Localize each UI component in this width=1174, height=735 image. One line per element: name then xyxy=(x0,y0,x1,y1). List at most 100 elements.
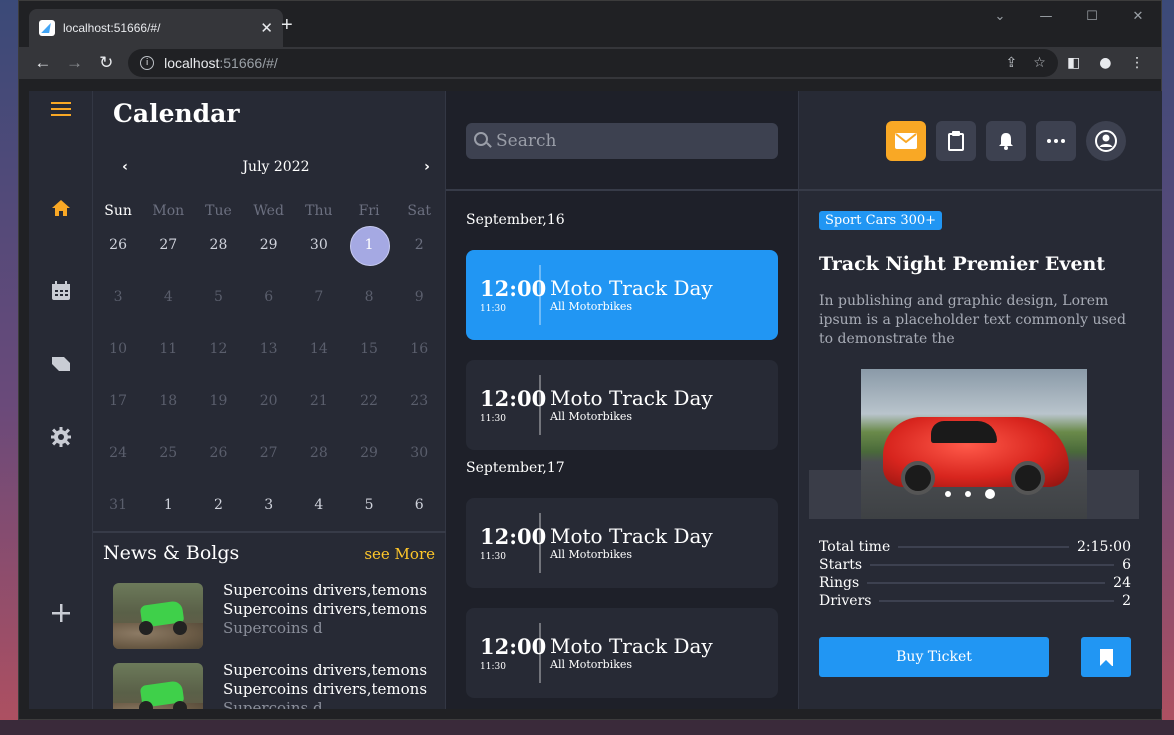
close-tab-icon[interactable]: ✕ xyxy=(260,19,273,37)
search-input[interactable]: Search xyxy=(466,123,778,159)
day-cell[interactable]: 27 xyxy=(143,226,193,264)
day-cell[interactable]: 2 xyxy=(193,486,243,524)
event-card[interactable]: 12:00 11:30 Moto Track Day All Motorbike… xyxy=(466,360,778,450)
event-time: 12:00 xyxy=(480,634,547,659)
day-cell[interactable]: 17 xyxy=(93,382,143,420)
nav-home[interactable] xyxy=(29,199,93,217)
event-time: 12:00 xyxy=(480,276,547,301)
day-cell[interactable]: 28 xyxy=(193,226,243,264)
day-cell[interactable]: 30 xyxy=(294,226,344,264)
maximize-icon[interactable]: ☐ xyxy=(1069,1,1115,31)
day-cell[interactable]: 4 xyxy=(143,278,193,316)
day-cell[interactable]: 22 xyxy=(344,382,394,420)
close-window-icon[interactable]: ✕ xyxy=(1115,1,1161,31)
calendar-week: 10 11 12 13 14 15 16 xyxy=(93,323,444,375)
event-divider xyxy=(539,265,541,325)
side-panel-icon[interactable]: ◧ xyxy=(1058,55,1090,71)
nav-add[interactable] xyxy=(29,603,93,623)
day-cell[interactable]: 15 xyxy=(344,330,394,368)
event-card[interactable]: 12:00 11:30 Moto Track Day All Motorbike… xyxy=(466,498,778,588)
event-card[interactable]: 12:00 11:30 Moto Track Day All Motorbike… xyxy=(466,608,778,698)
account-icon xyxy=(1095,130,1117,152)
day-cell[interactable]: 6 xyxy=(394,486,444,524)
day-cell[interactable]: 8 xyxy=(344,278,394,316)
day-cell[interactable]: 19 xyxy=(193,382,243,420)
nav-settings[interactable] xyxy=(29,427,93,447)
day-cell[interactable]: 29 xyxy=(244,226,294,264)
bookmark-button[interactable] xyxy=(1081,637,1131,677)
os-taskbar xyxy=(0,720,1174,735)
day-cell[interactable]: 30 xyxy=(394,434,444,472)
back-icon[interactable]: ← xyxy=(27,53,59,73)
carousel-dot[interactable] xyxy=(965,491,971,497)
prev-month-button[interactable]: ‹ xyxy=(113,159,137,175)
event-detail-title: Track Night Premier Event xyxy=(819,253,1106,275)
share-icon[interactable]: ⇪ xyxy=(1006,55,1018,71)
news-headline: Supercoins drivers,temons xyxy=(223,661,428,679)
browser-tab[interactable]: localhost:51666/#/ ✕ xyxy=(29,9,283,47)
day-cell[interactable]: 14 xyxy=(294,330,344,368)
notifications-button[interactable] xyxy=(986,121,1026,161)
minimize-icon[interactable]: — xyxy=(1023,1,1069,31)
tab-search-icon[interactable]: ⌄ xyxy=(977,1,1023,31)
day-cell[interactable]: 29 xyxy=(344,434,394,472)
image-carousel[interactable] xyxy=(809,369,1139,519)
day-cell[interactable]: 23 xyxy=(394,382,444,420)
day-cell[interactable]: 3 xyxy=(244,486,294,524)
more-button[interactable] xyxy=(1036,121,1076,161)
day-cell[interactable]: 26 xyxy=(193,434,243,472)
day-cell[interactable]: 9 xyxy=(394,278,444,316)
day-cell[interactable]: 18 xyxy=(143,382,193,420)
event-card[interactable]: 12:00 11:30 Moto Track Day All Motorbike… xyxy=(466,250,778,340)
see-more-link[interactable]: see More xyxy=(364,545,435,563)
next-month-button[interactable]: › xyxy=(415,159,439,175)
day-cell[interactable]: 2 xyxy=(394,226,444,264)
url-host: localhost xyxy=(164,55,220,71)
day-cell[interactable]: 25 xyxy=(143,434,193,472)
day-cell[interactable]: 5 xyxy=(344,486,394,524)
new-tab-button[interactable]: + xyxy=(281,15,293,35)
news-item[interactable]: Supercoins drivers,temons Supercoins dri… xyxy=(113,661,433,709)
nav-labels[interactable] xyxy=(29,355,93,373)
day-cell[interactable]: 26 xyxy=(93,226,143,264)
day-cell[interactable]: 21 xyxy=(294,382,344,420)
reload-icon[interactable]: ↻ xyxy=(90,53,122,73)
star-icon[interactable]: ☆ xyxy=(1033,55,1046,71)
carousel-dot[interactable] xyxy=(945,491,951,497)
day-cell[interactable]: 12 xyxy=(193,330,243,368)
tab-title: localhost:51666/#/ xyxy=(63,21,161,35)
profile-icon[interactable]: ● xyxy=(1090,55,1122,71)
day-cell[interactable]: 27 xyxy=(244,434,294,472)
day-cell[interactable]: 7 xyxy=(294,278,344,316)
profile-button[interactable] xyxy=(1086,121,1126,161)
browser-menu-icon[interactable]: ⋮ xyxy=(1121,55,1153,71)
day-cell[interactable]: 3 xyxy=(93,278,143,316)
day-cell[interactable]: 11 xyxy=(143,330,193,368)
news-item[interactable]: Supercoins drivers,temons Supercoins dri… xyxy=(113,581,433,653)
day-cell[interactable]: 24 xyxy=(93,434,143,472)
day-cell[interactable]: 20 xyxy=(244,382,294,420)
day-cell[interactable]: 31 xyxy=(93,486,143,524)
clipboard-button[interactable] xyxy=(936,121,976,161)
carousel-dot-active[interactable] xyxy=(985,489,995,499)
day-cell[interactable]: 10 xyxy=(93,330,143,368)
event-detail-description: In publishing and graphic design, Lorem … xyxy=(819,293,1126,347)
day-cell[interactable]: 5 xyxy=(193,278,243,316)
day-cell[interactable]: 1 xyxy=(143,486,193,524)
event-start: 11:30 xyxy=(480,552,506,562)
stat-label: Rings xyxy=(819,575,860,591)
nav-calendar[interactable] xyxy=(29,281,93,301)
site-info-icon[interactable]: i xyxy=(140,56,155,70)
menu-button[interactable] xyxy=(29,101,93,117)
day-cell[interactable]: 13 xyxy=(244,330,294,368)
day-cell[interactable]: 28 xyxy=(294,434,344,472)
forward-icon[interactable]: → xyxy=(59,53,91,73)
day-cell[interactable]: 4 xyxy=(294,486,344,524)
bookmark-icon xyxy=(1099,648,1113,666)
day-cell-selected[interactable]: 1 xyxy=(344,226,394,266)
buy-ticket-button[interactable]: Buy Ticket xyxy=(819,637,1049,677)
day-cell[interactable]: 16 xyxy=(394,330,444,368)
day-cell[interactable]: 6 xyxy=(244,278,294,316)
url-input[interactable]: i localhost:51666/#/ ⇪ ☆ xyxy=(128,49,1058,77)
mail-button[interactable] xyxy=(886,121,926,161)
